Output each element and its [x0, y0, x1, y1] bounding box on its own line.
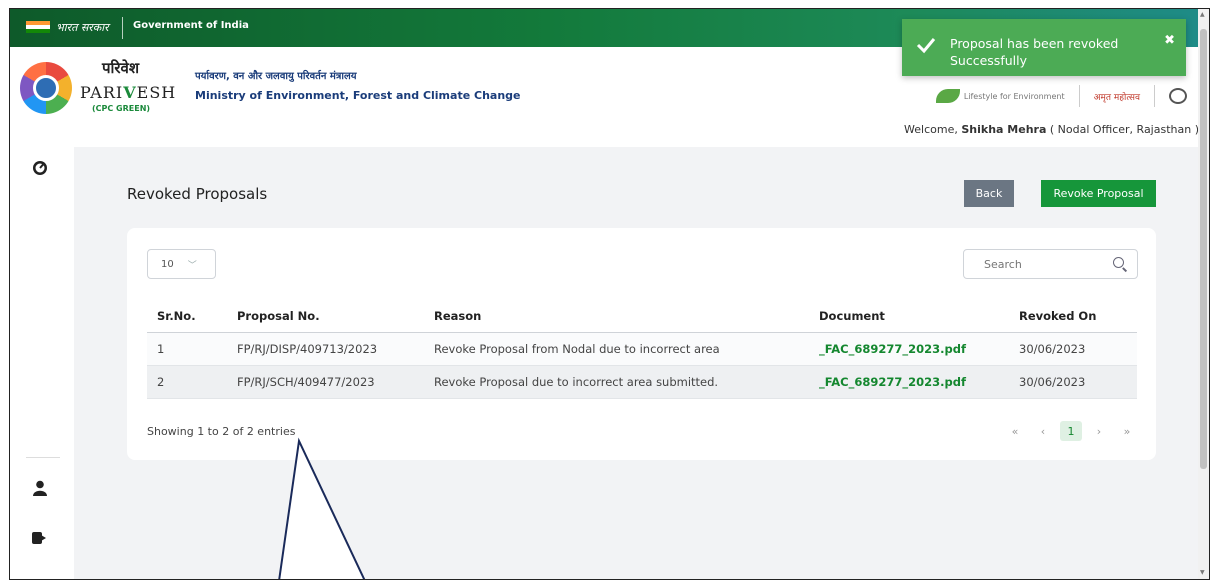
browser-viewport: भारत सरकार Government of India परिवेश PA… — [9, 8, 1210, 580]
callout-pointer — [278, 437, 366, 579]
